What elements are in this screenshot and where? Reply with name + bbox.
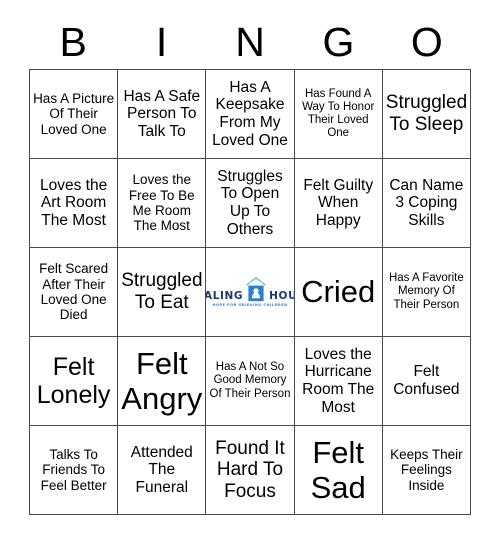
bingo-cell-label: Has A Keepsake From My Loved One (212, 78, 288, 149)
bingo-cell[interactable]: Felt Scared After Their Loved One Died (30, 248, 119, 337)
header-letter-b: B (59, 18, 87, 65)
bingo-cell[interactable]: Has A Safe Person To Talk To (118, 70, 207, 159)
bingo-cell-label: Has A Not So Good Memory Of Their Person (209, 361, 291, 400)
bingo-cell[interactable]: Can Name 3 Coping Skills (382, 159, 471, 248)
bingo-cell-label: Felt Sad (310, 434, 366, 505)
logo-main-row: HEALING HOUSE (206, 276, 294, 302)
bingo-cell[interactable]: Struggled To Eat (118, 248, 207, 337)
bingo-header: B I N G O (29, 18, 471, 66)
bingo-cell-label: Keeps Their Feelings Inside (390, 446, 463, 493)
bingo-cell[interactable]: Has Found A Way To Honor Their Loved One (294, 70, 383, 159)
logo-word-healing: HEALING (206, 289, 244, 302)
bingo-cell-label: Felt Guilty When Happy (303, 176, 374, 229)
bingo-card: B I N G O Has A Picture Of Their Loved O… (0, 0, 500, 544)
bingo-cell-label: Attended The Funeral (130, 443, 193, 496)
bingo-cell[interactable]: Has A Not So Good Memory Of Their Person (206, 337, 295, 426)
bingo-cell[interactable]: Talks To Friends To Feel Better (30, 426, 119, 515)
bingo-cell-label: Found It Hard To Focus (215, 437, 285, 502)
bingo-cell[interactable]: Felt Confused (382, 337, 471, 426)
bingo-free-space-logo[interactable]: HEALING HOUSEHOPE FOR GRIEVING CHILDREN (206, 248, 295, 337)
bingo-cell[interactable]: Keeps Their Feelings Inside (382, 426, 471, 515)
bingo-cell-label: Struggled To Eat (121, 270, 203, 313)
bingo-cell[interactable]: Felt Lonely (30, 337, 119, 426)
bingo-cell-label: Has Found A Way To Honor Their Loved One (302, 87, 375, 140)
house-icon (245, 276, 267, 302)
bingo-cell-label: Has A Favorite Memory Of Their Person (388, 272, 464, 311)
bingo-cell[interactable]: Has A Favorite Memory Of Their Person (382, 248, 471, 337)
bingo-cell-label: Talks To Friends To Feel Better (40, 446, 107, 493)
bingo-cell[interactable]: Found It Hard To Focus (206, 426, 295, 515)
header-letter-o: O (410, 18, 443, 65)
bingo-cell[interactable]: Loves the Free To Be Me Room The Most (118, 159, 207, 248)
header-letter-n: N (235, 18, 265, 65)
bingo-cell-label: Has A Safe Person To Talk To (123, 87, 201, 140)
logo-word-house: HOUSE (269, 289, 293, 302)
bingo-cell-label: Can Name 3 Coping Skills (389, 176, 464, 229)
bingo-cell[interactable]: Struggles To Open Up To Others (206, 159, 295, 248)
bingo-grid: Has A Picture Of Their Loved One Has A Sa… (29, 69, 471, 515)
bingo-cell[interactable]: Has A Keepsake From My Loved One (206, 70, 295, 159)
header-letter-i: I (155, 18, 168, 65)
bingo-cell[interactable]: Loves the Hurricane Room The Most (294, 337, 383, 426)
healing-house-logo: HEALING HOUSEHOPE FOR GRIEVING CHILDREN (206, 276, 294, 308)
bingo-cell-label: Has A Picture Of Their Loved One (33, 90, 115, 137)
bingo-cell[interactable]: Attended The Funeral (118, 426, 207, 515)
bingo-cell-label: Struggled To Sleep (385, 92, 468, 135)
bingo-cell[interactable]: Felt Angry (118, 337, 207, 426)
bingo-cell-label: Felt Lonely (36, 352, 111, 410)
bingo-cell[interactable]: Felt Sad (294, 426, 383, 515)
bingo-cell-label: Loves the Hurricane Room The Most (302, 345, 375, 416)
logo-tagline: HOPE FOR GRIEVING CHILDREN (212, 303, 288, 308)
bingo-cell-label: Cried (301, 274, 376, 310)
bingo-cell-label: Loves the Free To Be Me Room The Most (128, 172, 195, 234)
bingo-cell[interactable]: Cried (294, 248, 383, 337)
bingo-cell-label: Struggles To Open Up To Others (217, 167, 283, 238)
bingo-cell[interactable]: Loves the Art Room The Most (30, 159, 119, 248)
bingo-cell-label: Felt Scared After Their Loved One Died (39, 261, 109, 323)
header-letter-g: G (322, 18, 355, 65)
bingo-cell[interactable]: Struggled To Sleep (382, 70, 471, 159)
bingo-cell[interactable]: Felt Guilty When Happy (294, 159, 383, 248)
bingo-cell-label: Loves the Art Room The Most (39, 176, 108, 229)
bingo-cell-label: Felt Angry (121, 345, 203, 416)
bingo-cell-label: Felt Confused (393, 363, 460, 398)
bingo-cell[interactable]: Has A Picture Of Their Loved One (30, 70, 119, 159)
